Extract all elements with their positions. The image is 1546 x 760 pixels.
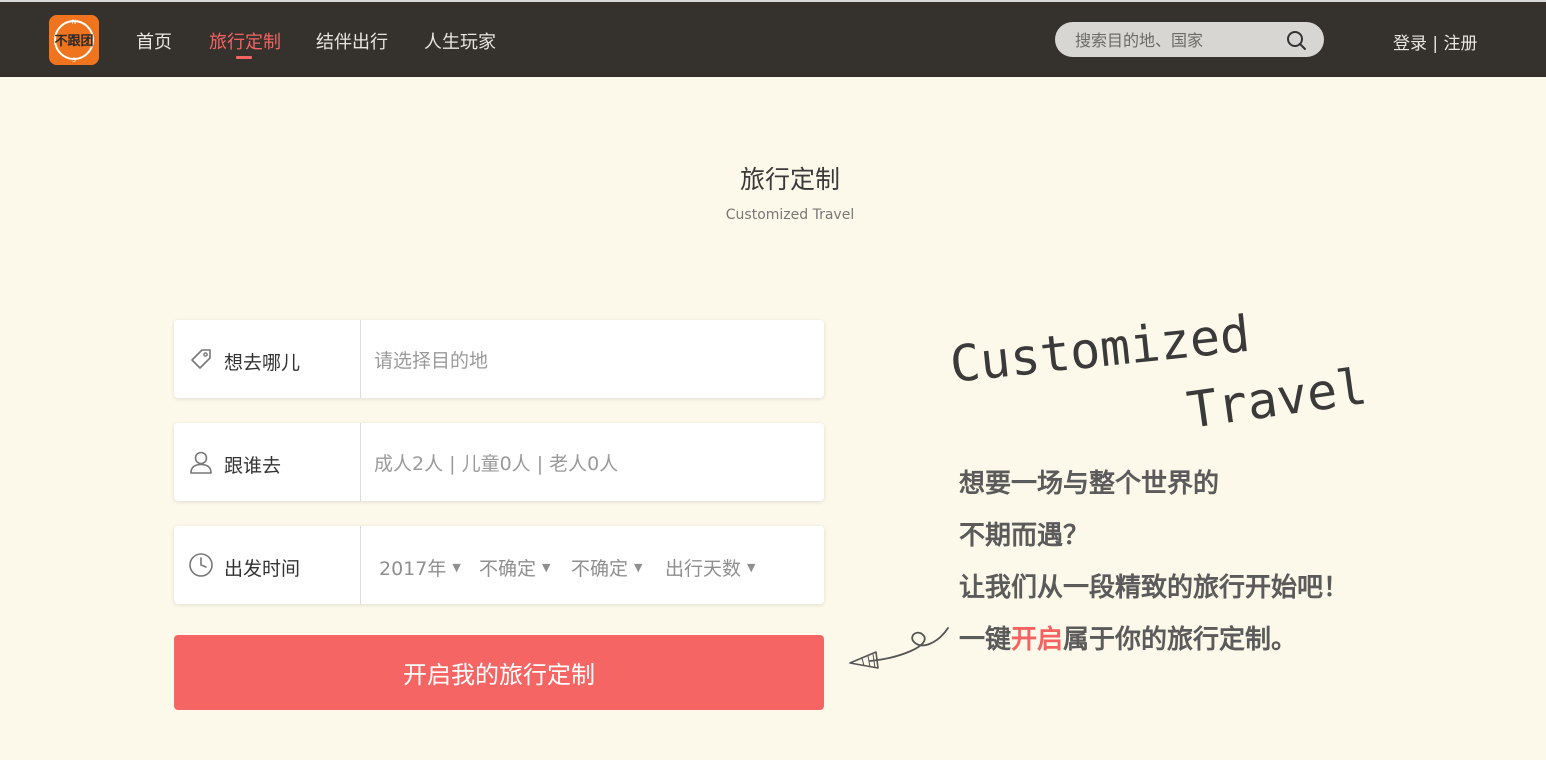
field-divider — [360, 423, 361, 501]
companions-label: 跟谁去 — [224, 455, 282, 477]
top-navbar: N S 不跟团 首页 旅行定制 结伴出行 人生玩家 登录 | 注册 — [0, 2, 1546, 77]
user-icon — [190, 451, 212, 474]
svg-text:S: S — [72, 57, 76, 64]
companions-select[interactable]: 成人2人 | 儿童0人 | 老人0人 — [374, 449, 618, 476]
customized-travel-artwork: Customized Travel — [947, 310, 1366, 440]
day-select-value: 不确定 — [571, 558, 629, 580]
search-box — [1055, 22, 1324, 59]
field-divider — [360, 526, 361, 604]
nav-link-companions[interactable]: 结伴出行 — [316, 28, 388, 54]
nav-link-life-player[interactable]: 人生玩家 — [424, 28, 496, 54]
companions-row: 跟谁去 成人2人 | 儿童0人 | 老人0人 — [174, 423, 824, 501]
nav-link-custom-travel[interactable]: 旅行定制 — [209, 28, 281, 54]
auth-separator: | — [1432, 34, 1439, 54]
year-select[interactable]: 2017年 ▼ — [379, 554, 461, 581]
tagline-line-3: 让我们从一段精致的旅行开始吧！ — [959, 573, 1350, 603]
logo-text: 不跟团 — [54, 34, 93, 49]
logo[interactable]: N S 不跟团 — [49, 15, 99, 65]
field-divider — [360, 320, 361, 398]
promo-tagline: 想要一场与整个世界的 不期而遇？ 让我们从一段精致的旅行开始吧！ 一键开启属于你… — [959, 458, 1349, 666]
tagline-line-4: 一键开启属于你的旅行定制。 — [959, 614, 1349, 666]
month-select[interactable]: 不确定 ▼ — [479, 554, 550, 581]
nav-link-home[interactable]: 首页 — [136, 28, 172, 54]
compass-logo-icon: N S 不跟团 — [49, 15, 99, 65]
auth-links: 登录 | 注册 — [1393, 29, 1478, 54]
destination-input[interactable]: 请选择目的地 — [374, 346, 488, 373]
curly-arrow-icon — [849, 627, 949, 669]
clock-icon — [189, 553, 213, 577]
login-link[interactable]: 登录 — [1393, 34, 1427, 54]
chevron-down-icon: ▼ — [634, 561, 643, 574]
register-link[interactable]: 注册 — [1444, 34, 1478, 54]
duration-select-value: 出行天数 — [665, 558, 742, 580]
active-nav-indicator — [236, 56, 252, 59]
page-title: 旅行定制 — [739, 165, 840, 194]
tagline-line-4-pre: 一键 — [959, 625, 1012, 655]
departure-label: 出发时间 — [224, 558, 301, 580]
start-custom-travel-button[interactable]: 开启我的旅行定制 — [174, 635, 824, 710]
chevron-down-icon: ▼ — [747, 561, 756, 574]
tagline-line-1: 想要一场与整个世界的 — [959, 469, 1220, 499]
chevron-down-icon: ▼ — [542, 561, 551, 574]
departure-row: 出发时间 2017年 ▼ 不确定 ▼ 不确定 ▼ 出行天数 ▼ — [174, 526, 824, 604]
tagline-line-2: 不期而遇？ — [959, 521, 1090, 551]
search-input[interactable] — [1073, 22, 1287, 59]
tag-icon — [191, 349, 211, 369]
day-select[interactable]: 不确定 ▼ — [571, 554, 642, 581]
year-select-value: 2017年 — [379, 558, 447, 580]
month-select-value: 不确定 — [479, 558, 537, 580]
destination-label: 想去哪儿 — [224, 352, 301, 374]
chevron-down-icon: ▼ — [452, 561, 461, 574]
duration-select[interactable]: 出行天数 ▼ — [665, 554, 755, 581]
search-icon[interactable] — [1285, 29, 1307, 51]
destination-row: 想去哪儿 请选择目的地 — [174, 320, 824, 398]
tagline-highlight: 开启 — [1011, 625, 1064, 655]
tagline-line-4-post: 属于你的旅行定制。 — [1063, 625, 1298, 655]
page-subtitle: Customized Travel — [725, 207, 855, 223]
svg-text:N: N — [72, 19, 77, 26]
art-line-2: Travel — [1184, 357, 1366, 440]
